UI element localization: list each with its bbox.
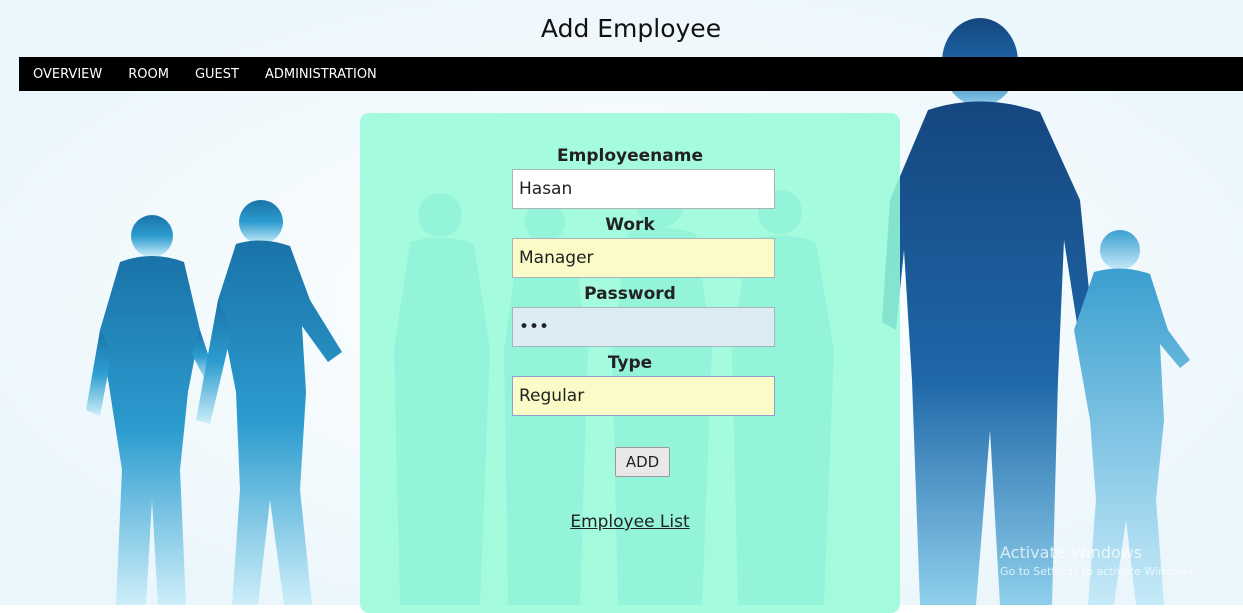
employeename-label: Employeename: [557, 146, 703, 166]
employeename-input[interactable]: [512, 169, 775, 209]
nav-item-guest[interactable]: GUEST: [195, 67, 239, 82]
password-input[interactable]: [512, 307, 775, 347]
activate-windows-watermark: Activate Windows Go to Settings to activ…: [1000, 543, 1197, 578]
add-employee-form: Employeename Work Password Type ADD Empl…: [360, 113, 900, 613]
top-navbar: OVERVIEW ROOM GUEST ADMINISTRATION: [19, 57, 1243, 91]
nav-item-overview[interactable]: OVERVIEW: [33, 67, 102, 82]
employee-list-link[interactable]: Employee List: [360, 512, 900, 532]
work-input[interactable]: [512, 238, 775, 278]
password-label: Password: [584, 284, 676, 304]
work-label: Work: [605, 215, 655, 235]
watermark-title: Activate Windows: [1000, 543, 1143, 562]
type-label: Type: [607, 353, 653, 373]
add-button[interactable]: ADD: [615, 447, 670, 477]
nav-item-room[interactable]: ROOM: [128, 67, 169, 82]
nav-item-administration[interactable]: ADMINISTRATION: [265, 67, 377, 82]
watermark-subtitle: Go to Settings to activate Windows.: [1000, 565, 1198, 578]
page-title: Add Employee: [540, 14, 722, 43]
type-input[interactable]: [512, 376, 775, 416]
